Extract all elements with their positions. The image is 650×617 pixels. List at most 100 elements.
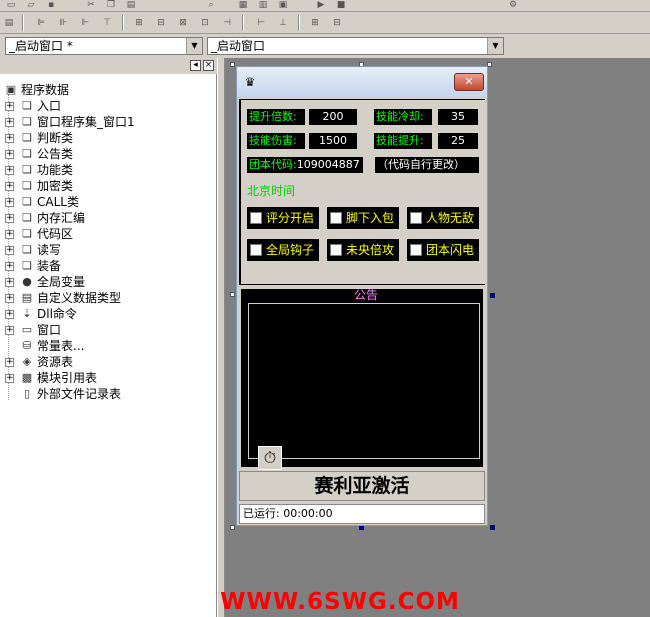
designer-form-window[interactable]: ♛ ✕ 提升倍数: 200 技能冷却: 35 技能伤害: 1500 技能提升: … [236,66,488,526]
expand-icon[interactable]: + [5,118,14,127]
layout-icon[interactable]: ▦ [236,0,250,10]
boost-value[interactable]: 200 [309,109,357,125]
cut-icon[interactable]: ✂ [84,0,98,10]
tree-item[interactable]: + ◈ 资源表 [5,354,210,370]
expand-icon[interactable]: + [5,182,14,191]
tree-item-label: 常量表... [37,339,85,353]
center-vertical-icon[interactable]: ⊥ [276,18,290,28]
tree-item[interactable]: ▣ 程序数据 [3,82,210,98]
expand-icon[interactable]: + [5,294,14,303]
pin-icon[interactable]: ◂ [190,60,201,71]
checkbox-invincible[interactable]: 人物无敌 [407,207,479,229]
paste-icon[interactable]: ▤ [124,0,138,10]
tree-item-label: 判断类 [37,131,74,145]
grid-icon[interactable]: ▣ [276,0,290,10]
space-vertical-icon[interactable]: ⊡ [198,18,212,28]
tree-item[interactable]: ⛁ 常量表... [5,338,210,354]
expand-icon[interactable]: + [5,166,14,175]
run-icon[interactable]: ▶ [314,0,328,10]
checkbox-underfoot-pickup-label: 脚下入包 [346,211,395,225]
align-middle-icon[interactable]: ⊞ [132,18,146,28]
stop-icon[interactable]: ■ [334,0,348,10]
same-width-icon[interactable]: ⊣ [220,18,234,28]
tree-item[interactable]: + ❏ 装备 [5,258,210,274]
expand-icon[interactable]: + [5,262,14,271]
damage-value[interactable]: 1500 [309,133,357,149]
expand-icon[interactable]: + [5,358,14,367]
expand-icon[interactable]: + [5,134,14,143]
tree-item[interactable]: + ❏ 加密类 [5,178,210,194]
checkbox-global-hook[interactable]: 全局钩子 [247,239,319,261]
checkbox-weiyang-attack[interactable]: 未央倍攻 [327,239,399,261]
checkbox-icon[interactable] [410,212,422,224]
panel-splitter[interactable] [217,58,225,617]
expand-icon[interactable]: + [5,198,14,207]
align-center-icon[interactable]: ⊪ [56,18,70,28]
same-size-icon[interactable]: ⊞ [308,18,322,28]
tree-item[interactable]: + ❏ 公告类 [5,146,210,162]
tree-item[interactable]: + ❏ 窗口程序集_窗口1 [5,114,210,130]
expand-icon[interactable]: + [5,310,14,319]
tree-item[interactable]: + ● 全局变量 [5,274,210,290]
checkbox-icon[interactable] [410,244,422,256]
team-code-field[interactable]: 团本代码:109004887 [247,157,363,173]
properties-icon[interactable]: ▤ [2,18,16,28]
tree-item[interactable]: + ❏ 判断类 [5,130,210,146]
cooldown-value[interactable]: 35 [438,109,478,125]
tree-item[interactable]: + ⇣ Dll命令 [5,306,210,322]
tab-order-icon[interactable]: ⊟ [330,18,344,28]
expand-icon[interactable]: + [5,246,14,255]
tree-item[interactable]: + ❏ 读写 [5,242,210,258]
method-combo[interactable]: _启动窗口 ▼ [207,37,504,55]
team-code-value: 109004887 [296,158,360,171]
expand-icon[interactable]: + [5,230,14,239]
tree-item[interactable]: ▯ 外部文件记录表 [5,386,210,402]
space-horizontal-icon[interactable]: ⊠ [176,18,190,28]
close-button[interactable]: ✕ [454,73,484,91]
align-right-icon[interactable]: ⊩ [78,18,92,28]
boost-label: 提升倍数: [247,109,305,125]
tree-item[interactable]: + ▤ 自定义数据类型 [5,290,210,306]
debug-icon[interactable]: ⚙ [506,0,520,10]
copy-icon[interactable]: ❐ [104,0,118,10]
book-icon: ❏ [22,179,32,192]
checkbox-icon[interactable] [250,212,262,224]
class-combo[interactable]: _启动窗口 * ▼ [5,37,203,55]
expand-icon[interactable]: + [5,150,14,159]
form-titlebar[interactable]: ♛ ✕ [237,67,487,97]
tree-item[interactable]: + ❏ 代码区 [5,226,210,242]
expand-icon[interactable]: + [5,326,14,335]
checkbox-team-lightning[interactable]: 团本闪电 [407,239,479,261]
expand-icon[interactable]: + [5,214,14,223]
tree-item[interactable]: + ❏ 内存汇编 [5,210,210,226]
new-file-icon[interactable]: ▭ [4,0,18,10]
tree-item[interactable]: + ▭ 窗口 [5,322,210,338]
center-horizontal-icon[interactable]: ⊢ [254,18,268,28]
align-left-icon[interactable]: ⊫ [34,18,48,28]
align-top-icon[interactable]: ⊤ [100,18,114,28]
chevron-down-icon[interactable]: ▼ [487,38,503,54]
close-icon[interactable]: × [203,60,214,71]
expand-icon[interactable]: + [5,374,14,383]
tree-item[interactable]: + ❏ 功能类 [5,162,210,178]
activate-button[interactable]: 赛利亚激活 [239,471,485,501]
save-icon[interactable]: ▪ [44,0,58,10]
open-file-icon[interactable]: ▱ [24,0,38,10]
tree-item[interactable]: + ❏ CALL类 [5,194,210,210]
expand-icon[interactable]: + [5,278,14,287]
checkbox-score[interactable]: 评分开启 [247,207,319,229]
skill-boost-value[interactable]: 25 [438,133,478,149]
checkbox-icon[interactable] [330,212,342,224]
book-icon: ❏ [22,243,32,256]
checkbox-underfoot-pickup[interactable]: 脚下入包 [327,207,399,229]
chevron-down-icon[interactable]: ▼ [186,38,202,54]
timer-control-icon[interactable]: ⏱ [258,446,282,470]
align-bottom-icon[interactable]: ⊟ [154,18,168,28]
find-icon[interactable]: ⌕ [204,0,218,10]
checkbox-icon[interactable] [330,244,342,256]
tree-item[interactable]: + ❏ 入口 [5,98,210,114]
checkbox-icon[interactable] [250,244,262,256]
view-icon[interactable]: ▥ [256,0,270,10]
expand-icon[interactable]: + [5,102,14,111]
tree-item[interactable]: + ▩ 模块引用表 [5,370,210,386]
